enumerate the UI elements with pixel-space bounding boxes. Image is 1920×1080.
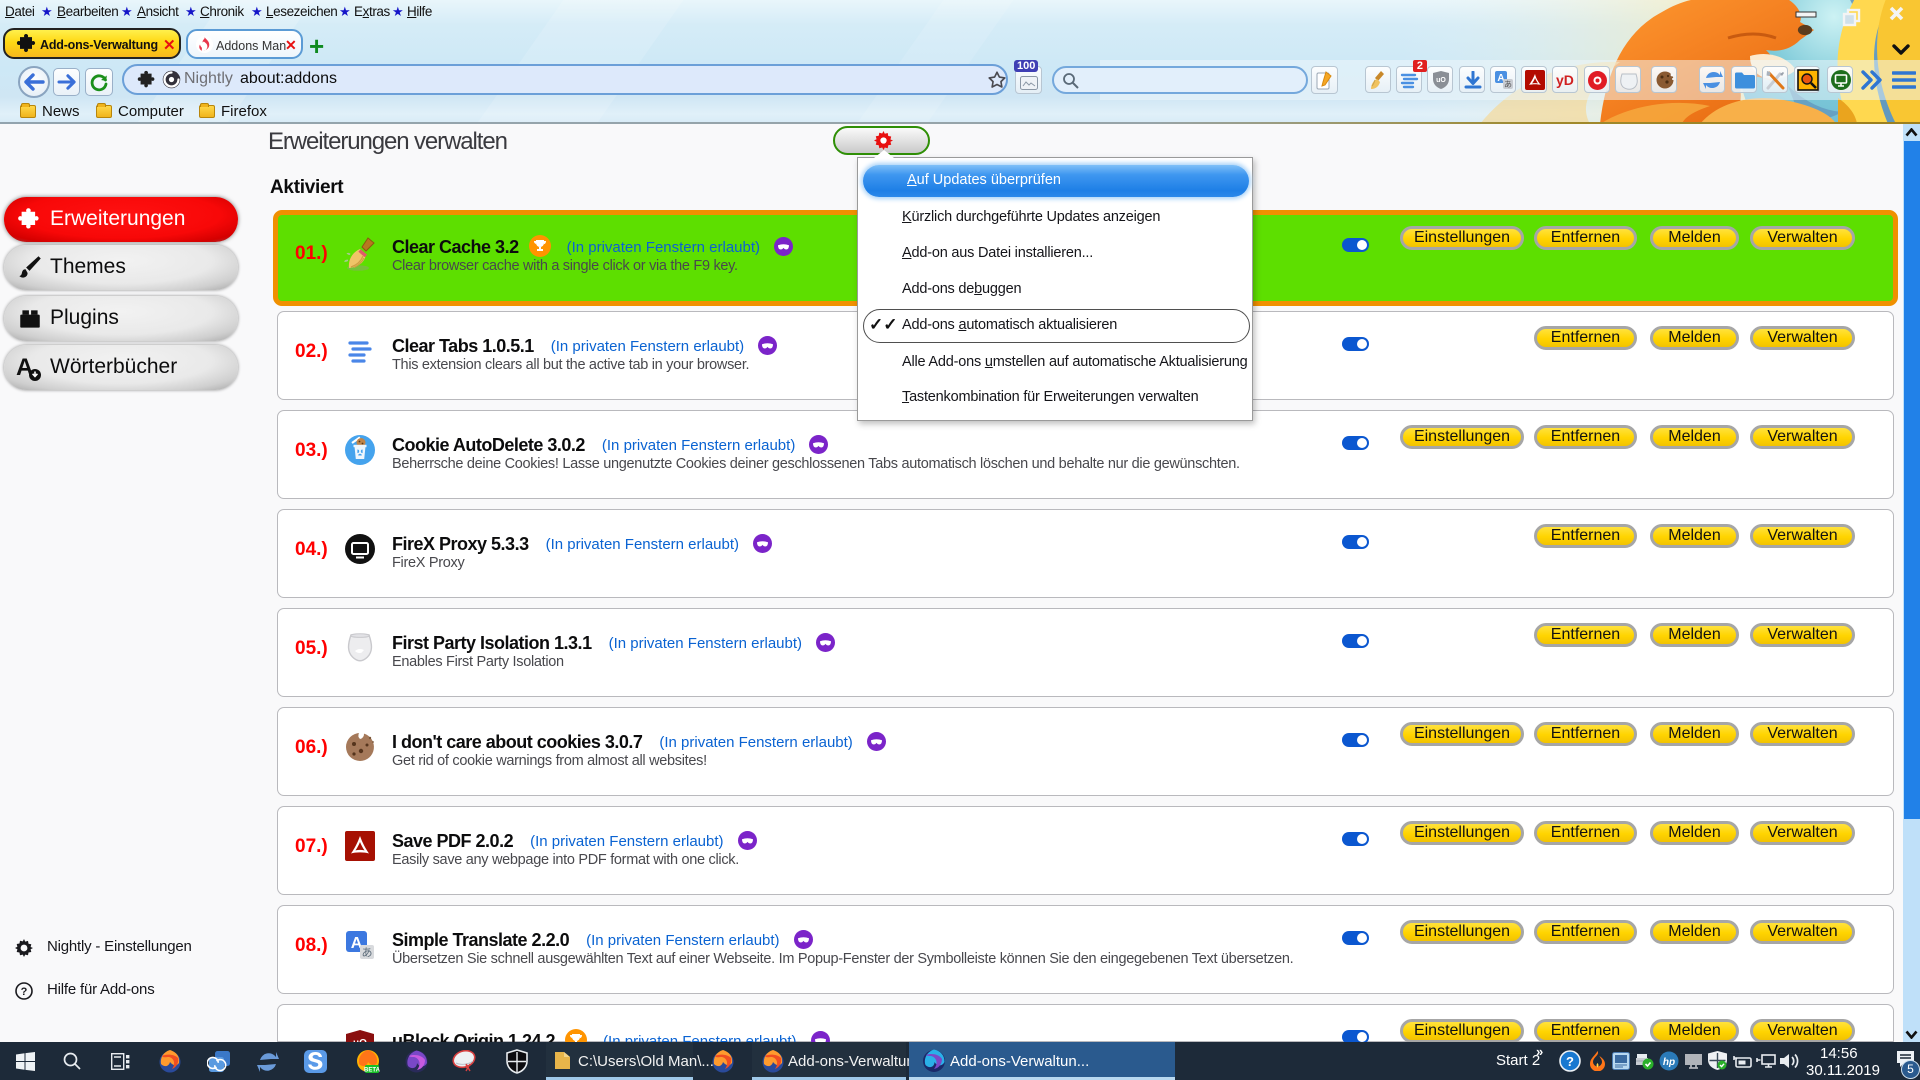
svg-text:?: ? (21, 986, 28, 998)
svg-text:あ: あ (1504, 80, 1512, 89)
svg-text:?: ? (1566, 1054, 1574, 1069)
svg-text:BETA: BETA (364, 1068, 381, 1074)
svg-text:uO: uO (1436, 77, 1446, 84)
svg-text:hp: hp (1663, 1057, 1675, 1068)
svg-text:あ: あ (362, 946, 373, 959)
